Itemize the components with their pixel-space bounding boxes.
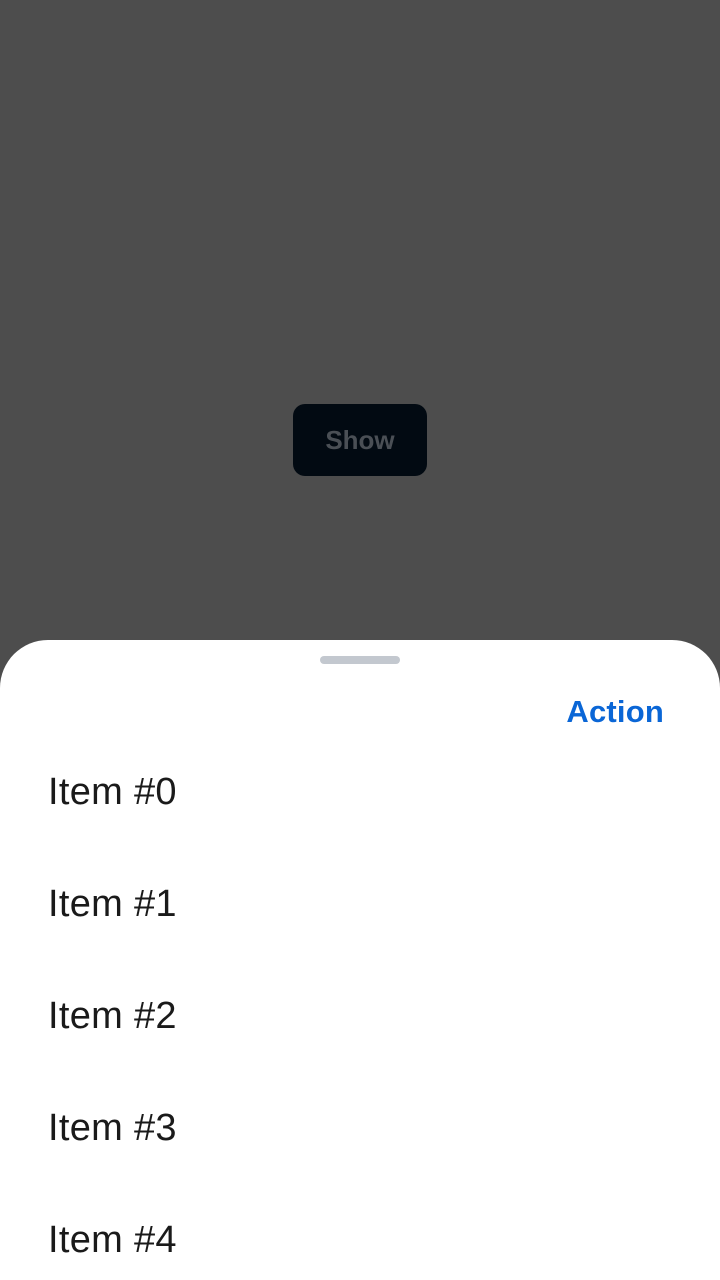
list-item-label: Item #0: [48, 770, 177, 813]
list-item[interactable]: Item #0: [0, 736, 720, 848]
list-item[interactable]: Item #4: [0, 1184, 720, 1280]
screen: Show Action Item #0 Item #1 Item #2 Item…: [0, 0, 720, 1280]
list-item[interactable]: Item #2: [0, 960, 720, 1072]
drag-handle[interactable]: [320, 656, 400, 664]
show-button[interactable]: Show: [293, 404, 427, 476]
list-item-label: Item #1: [48, 882, 177, 925]
item-list: Item #0 Item #1 Item #2 Item #3 Item #4: [0, 736, 720, 1280]
bottom-sheet: Action Item #0 Item #1 Item #2 Item #3 I…: [0, 640, 720, 1280]
list-item-label: Item #4: [48, 1218, 177, 1261]
list-item[interactable]: Item #1: [0, 848, 720, 960]
list-item-label: Item #2: [48, 994, 177, 1037]
list-item-label: Item #3: [48, 1106, 177, 1149]
list-item[interactable]: Item #3: [0, 1072, 720, 1184]
action-button[interactable]: Action: [566, 692, 664, 732]
